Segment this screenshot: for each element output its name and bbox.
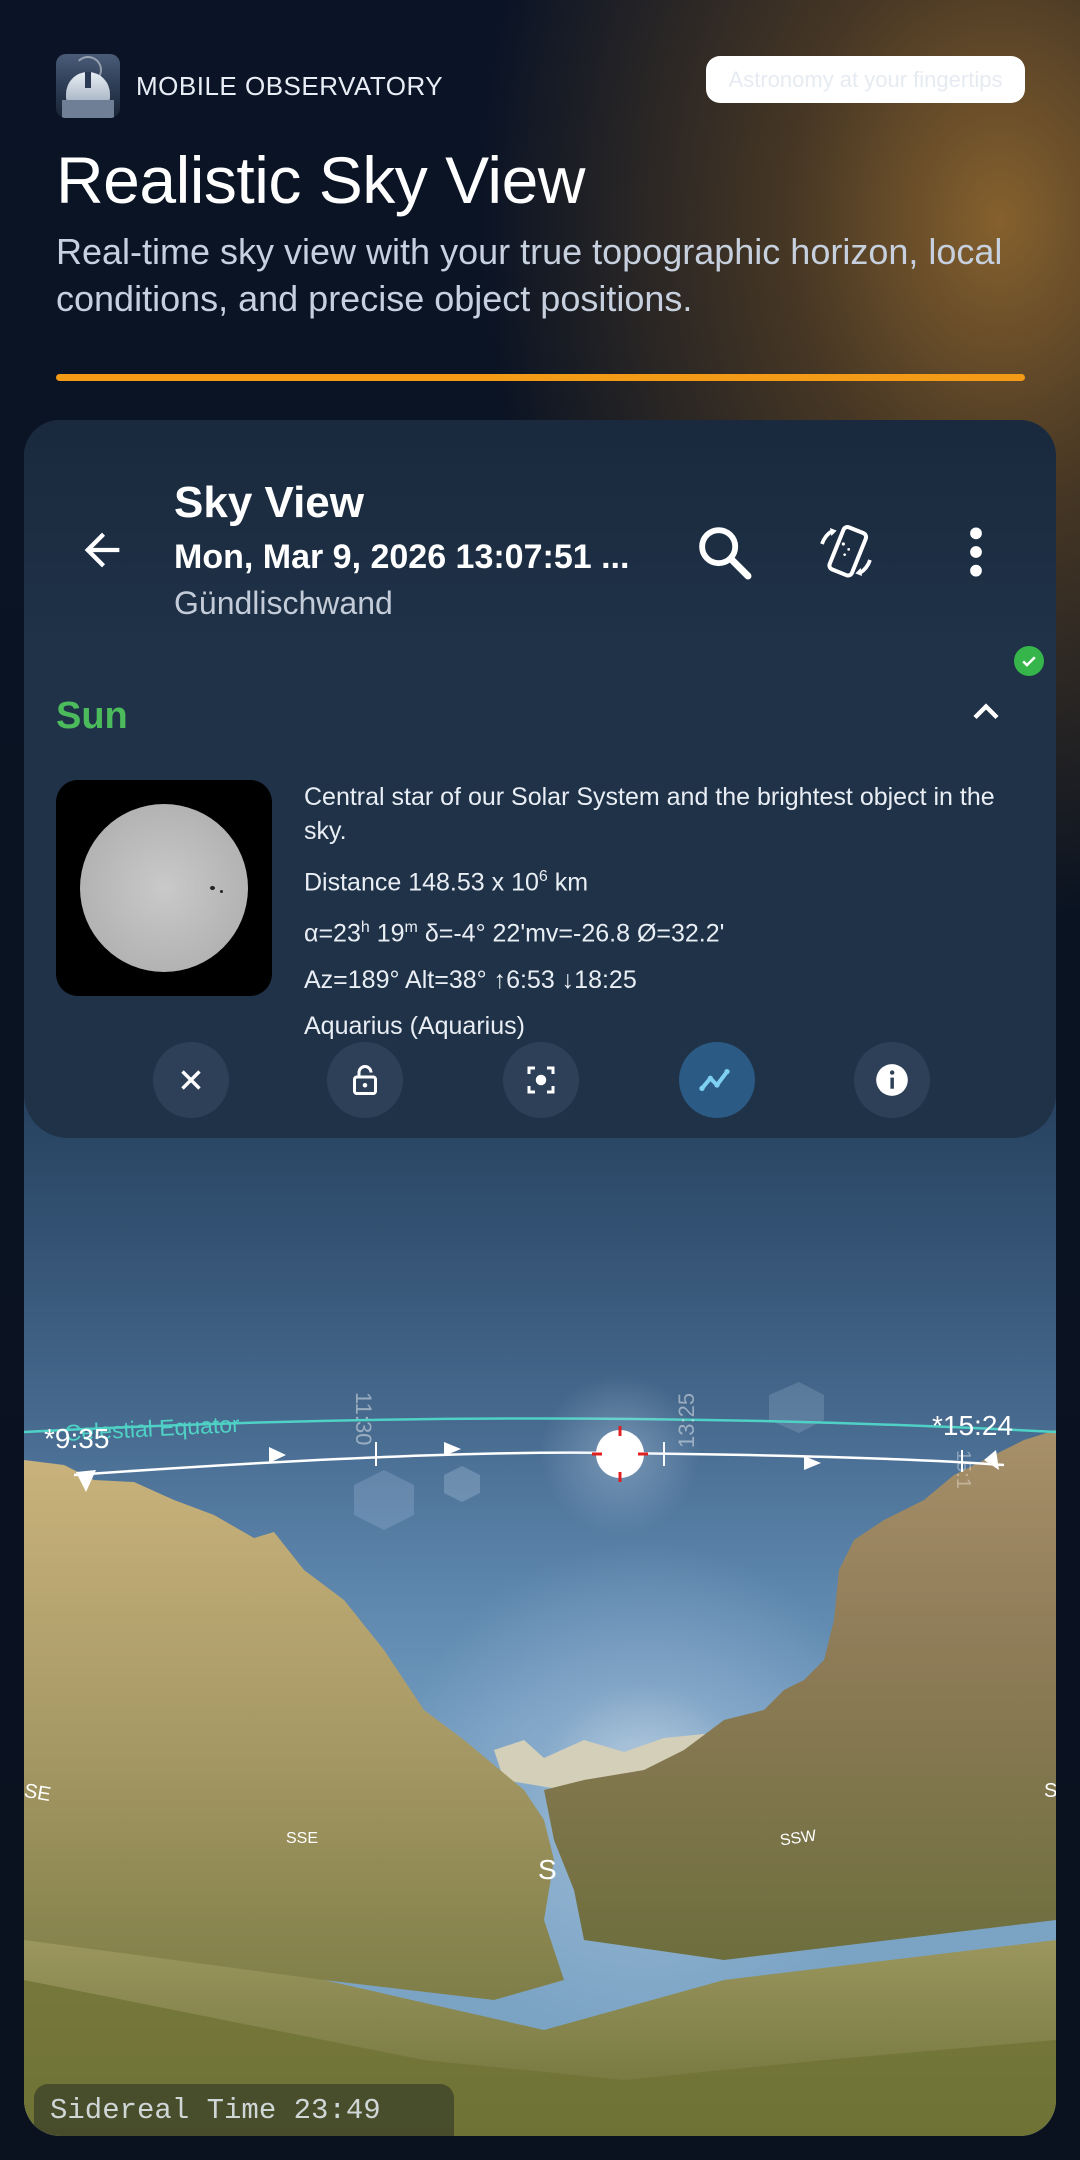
sun-marker	[596, 1430, 644, 1478]
info-icon	[876, 1064, 908, 1096]
object-distance: Distance 148.53 x 106 km	[304, 868, 589, 897]
lock-button[interactable]	[327, 1042, 403, 1118]
search-icon[interactable]	[692, 520, 756, 584]
time-tick-1325: 13:25	[674, 1392, 699, 1448]
sun-thumbnail[interactable]	[56, 780, 272, 996]
object-name[interactable]: Sun	[56, 695, 128, 738]
compass-s: S	[538, 1854, 557, 1885]
lens-flare	[444, 1466, 480, 1502]
action-bar	[24, 1042, 1056, 1118]
accent-divider	[56, 374, 1025, 381]
left-mountain	[24, 1460, 564, 2000]
back-arrow-icon[interactable]	[76, 524, 128, 576]
brand-name: MOBILE OBSERVATORY	[136, 70, 444, 101]
time-tick-right: 15:1	[952, 1450, 974, 1489]
lens-flare	[769, 1382, 824, 1433]
more-vert-icon[interactable]	[944, 520, 1008, 584]
object-azimuth-altitude: Az=189° Alt=38° ↑6:53 ↓18:25	[304, 965, 637, 994]
app-title: Sky View	[174, 478, 364, 527]
info-button[interactable]	[854, 1042, 930, 1118]
rise-time-label: *9:35	[44, 1423, 110, 1454]
phone-screen: Celestial Equator *9:35 *15:24 11:30 13:…	[24, 420, 1056, 2136]
sidereal-time-label: Sidereal Time 23:49	[50, 2094, 381, 2127]
center-focus-button[interactable]	[503, 1042, 579, 1118]
lens-flare	[354, 1470, 414, 1530]
object-coordinates: α=23h 19m δ=-4° 22'mv=-26.8 Ø=32.2'	[304, 919, 725, 948]
sun-path-line	[73, 1451, 1005, 1477]
lock-icon	[353, 1065, 377, 1095]
check-circle-icon	[1014, 646, 1044, 676]
chevron-up-icon[interactable]	[964, 690, 1008, 734]
app-bar: Sky View Mon, Mar 9, 2026 13:07:51 ... G…	[24, 420, 1056, 650]
hero-subtitle: Real-time sky view with your true topogr…	[56, 231, 1003, 319]
compass-se: SE	[24, 1779, 53, 1807]
sidereal-time-box: Sidereal Time 23:49	[34, 2084, 454, 2136]
tagline-pill: Astronomy at your fingertips	[706, 56, 1025, 103]
compass-sw: S	[1044, 1780, 1056, 1802]
title-block: Sky View Mon, Mar 9, 2026 13:07:51 ... G…	[174, 478, 629, 622]
trajectory-icon	[699, 1069, 730, 1091]
phone-rotate-icon[interactable]	[814, 520, 878, 584]
object-description: Central star of our Solar System and the…	[304, 783, 995, 845]
close-icon	[181, 1070, 201, 1090]
object-constellation: Aquarius (Aquarius)	[304, 1011, 525, 1040]
hero-title: Realistic Sky View	[56, 143, 585, 217]
object-details: Central star of our Solar System and the…	[304, 780, 1034, 1055]
brand: MOBILE OBSERVATORY	[56, 54, 443, 118]
close-button[interactable]	[153, 1042, 229, 1118]
time-tick-1130: 11:30	[351, 1392, 376, 1446]
observatory-logo-icon	[56, 54, 120, 118]
app-datetime[interactable]: Mon, Mar 9, 2026 13:07:51 ...	[174, 538, 629, 577]
app-location[interactable]: Gündlischwand	[174, 585, 629, 622]
sun-disc-image	[80, 804, 248, 972]
center-focus-icon	[527, 1066, 555, 1094]
compass-sse: SSE	[286, 1830, 319, 1847]
set-time-label: *15:24	[932, 1410, 1013, 1441]
trajectory-button[interactable]	[679, 1042, 755, 1118]
path-arrow	[804, 1456, 821, 1470]
